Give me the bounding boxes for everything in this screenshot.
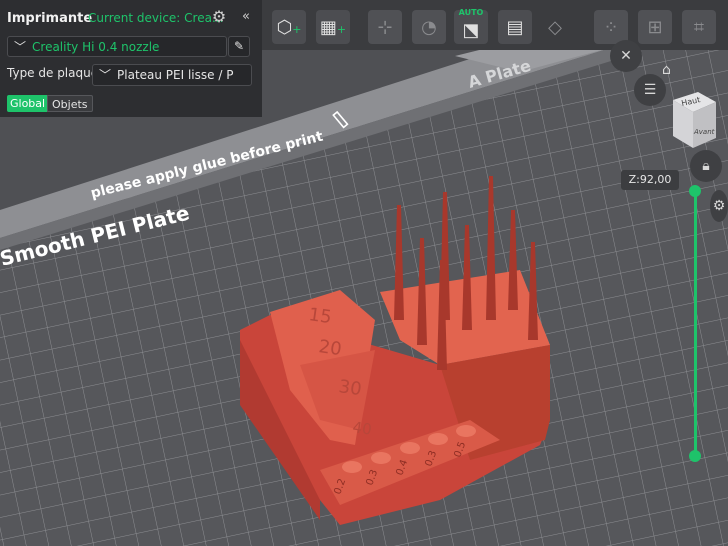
auto-orient-button[interactable]: AUTO ⬔: [454, 8, 488, 44]
gear-icon[interactable]: ⚙: [210, 8, 228, 26]
pencil-icon: ✎: [233, 39, 245, 53]
arrange-button[interactable]: ⊹: [368, 10, 402, 44]
tab-global[interactable]: Global: [7, 95, 49, 112]
toolbar: ⬡+ ▦+ ⊹ ◔ AUTO ⬔ ▤ ◇ ⁘ ⊞ ⌗: [262, 0, 728, 50]
grid-button[interactable]: ⊞: [638, 10, 672, 44]
split-icon: ▤: [506, 16, 524, 38]
close-icon: ✕: [620, 48, 632, 64]
z-height-label: Z:92,00: [621, 170, 679, 190]
add-plate-button[interactable]: ▦+: [316, 10, 350, 44]
more-button[interactable]: ⌗: [682, 10, 716, 44]
collapse-icon[interactable]: «: [238, 8, 254, 26]
layers-icon: ⌗: [693, 16, 705, 38]
add-cube-icon: ⬡+: [276, 16, 302, 38]
layout-button[interactable]: ◇: [538, 10, 572, 44]
chevron-down-icon: ﹀: [99, 68, 112, 82]
split-button[interactable]: ▤: [498, 10, 532, 44]
grid-icon: ⊞: [647, 16, 663, 38]
nozzle-value: Creality Hi 0.4 nozzle: [32, 40, 160, 54]
list-button[interactable]: ☰: [634, 74, 666, 106]
orient-button[interactable]: ◔: [412, 10, 446, 44]
layer-slider-track[interactable]: [694, 190, 697, 456]
view-cube[interactable]: Haut Avant: [668, 90, 718, 150]
model-label-20: 20: [317, 336, 343, 360]
chevron-down-icon: ﹀: [14, 40, 27, 54]
model-label-15: 15: [307, 304, 333, 328]
nozzle-select[interactable]: ﹀ Creality Hi 0.4 nozzle: [7, 36, 227, 57]
layout-alt-icon: ⁘: [603, 16, 619, 38]
add-plate-icon: ▦+: [319, 16, 347, 38]
view-cube-front[interactable]: Avant: [693, 128, 715, 136]
model-label-30: 30: [337, 376, 363, 400]
lock-button[interactable]: 🔒︎: [690, 150, 722, 182]
orient-icon: ◔: [421, 16, 437, 38]
plate-type-label: Type de plaque: [7, 66, 99, 80]
printer-panel: Imprimante Current device: Crea... ⚙ « ﹀…: [0, 0, 262, 117]
layout-alt-button[interactable]: ⁘: [594, 10, 628, 44]
settings-icon: ⚙: [712, 198, 726, 214]
add-cube-button[interactable]: ⬡+: [272, 10, 306, 44]
current-device[interactable]: Current device: Crea...: [88, 11, 223, 25]
model-label-40: 40: [351, 418, 372, 438]
lock-icon: 🔒︎: [702, 158, 710, 174]
list-icon: ☰: [643, 82, 657, 98]
panel-title: Imprimante: [7, 11, 93, 26]
arrange-icon: ⊹: [377, 16, 393, 38]
layer-slider-bottom-handle[interactable]: [689, 450, 701, 462]
auto-label: AUTO: [458, 8, 484, 17]
layer-slider-top-handle[interactable]: [689, 185, 701, 197]
plate-type-value: Plateau PEI lisse / P: [117, 68, 234, 82]
auto-orient-icon: ⬔: [462, 19, 480, 41]
layout-icon: ◇: [548, 16, 562, 38]
plate-type-select[interactable]: ﹀ Plateau PEI lisse / P: [92, 64, 252, 86]
home-icon[interactable]: ⌂: [662, 62, 680, 78]
tab-objects[interactable]: Objets: [47, 95, 93, 112]
edit-nozzle-button[interactable]: ✎: [228, 36, 250, 57]
close-button[interactable]: ✕: [610, 40, 642, 72]
side-button[interactable]: ⚙: [710, 190, 728, 222]
